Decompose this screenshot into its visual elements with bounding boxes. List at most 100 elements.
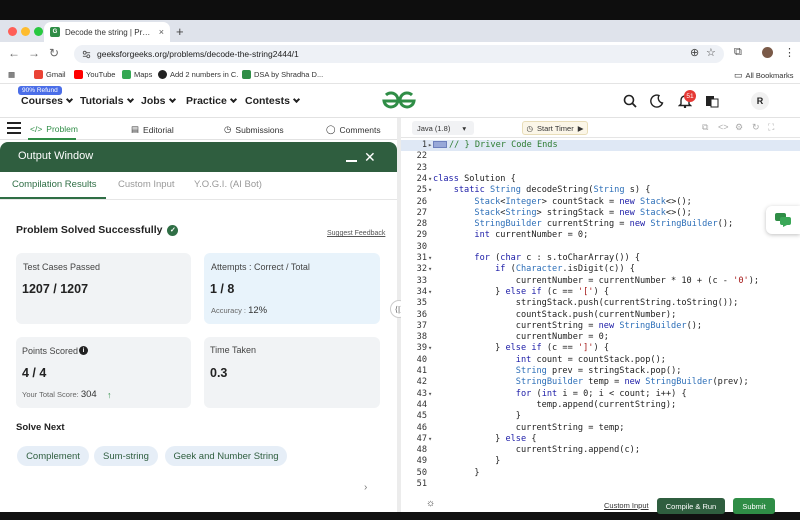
tab-custom-input[interactable]: Custom Input — [118, 179, 175, 190]
window-zoom-dot[interactable] — [34, 27, 43, 36]
bookmark-add-numbers[interactable]: Add 2 numbers in C. — [158, 70, 238, 79]
code-line[interactable]: 27 Stack<String> stringStack = new Stack… — [401, 208, 800, 219]
window-close-dot[interactable] — [8, 27, 17, 36]
compile-run-button[interactable]: Compile & Run — [657, 498, 725, 514]
tab-compilation-results[interactable]: Compilation Results — [12, 179, 96, 190]
tab-submissions[interactable]: ◷ Submissions — [224, 124, 284, 135]
close-icon[interactable]: ✕ — [364, 150, 376, 164]
bookmark-dsa[interactable]: DSA by Shradha D... — [242, 70, 323, 79]
fold-arrow-icon[interactable]: ▾ — [428, 389, 432, 400]
reload-icon[interactable]: ↻ — [49, 46, 59, 60]
solve-next-chip[interactable]: Sum-string — [94, 446, 158, 466]
code-line[interactable]: 25 ▾ static String decodeString(String s)… — [401, 185, 800, 196]
tab-editorial[interactable]: ▤ Editorial — [131, 124, 174, 135]
fold-arrow-icon[interactable]: ▾ — [428, 434, 432, 445]
code-line[interactable]: 43 ▾ for (int i = 0; i < count; i++) { — [401, 389, 800, 400]
fold-arrow-icon[interactable]: ▾ — [428, 343, 432, 354]
code-line[interactable]: 34 ▾ } else if (c == '[') { — [401, 287, 800, 298]
fold-arrow-icon[interactable]: ▾ — [428, 264, 432, 275]
reset-icon[interactable]: ↻ — [752, 122, 760, 133]
code-line[interactable]: 32 ▾ if (Character.isDigit(c)) { — [401, 264, 800, 275]
user-avatar[interactable]: R — [751, 92, 769, 110]
code-line[interactable]: 28 StringBuilder currentString = new Str… — [401, 219, 800, 230]
code-line[interactable]: 29 int currentNumber = 0; — [401, 230, 800, 241]
extensions-icon[interactable]: ⧉ — [734, 46, 742, 59]
code-line[interactable]: 36 countStack.push(currentNumber); — [401, 310, 800, 321]
new-tab-button[interactable]: + — [176, 24, 184, 39]
address-bar[interactable]: geeksforgeeks.org/problems/decode-the-st… — [74, 45, 724, 63]
code-line[interactable]: 22 — [401, 151, 800, 162]
tab-yogi-ai-bot[interactable]: Y.O.G.I. (AI Bot) — [194, 179, 262, 190]
bookmark-star-icon[interactable]: ☆ — [706, 46, 716, 59]
menu-contests[interactable]: Contests — [245, 95, 300, 107]
zoom-icon[interactable]: ⊕ — [690, 46, 699, 59]
translate-icon[interactable] — [705, 94, 719, 108]
code-line[interactable]: 38 currentNumber = 0; — [401, 332, 800, 343]
code-line[interactable]: 30 — [401, 242, 800, 253]
hamburger-menu-icon[interactable] — [7, 122, 21, 134]
code-line[interactable]: 24 ▾ class Solution { — [401, 174, 800, 185]
chevron-right-icon[interactable]: › — [364, 482, 367, 493]
browser-tab-active[interactable]: G Decode the string | Practice | × — [44, 22, 170, 42]
solve-next-chip[interactable]: Complement — [17, 446, 89, 466]
menu-practice[interactable]: Practice — [186, 95, 237, 107]
menu-courses[interactable]: Courses — [21, 95, 74, 107]
code-line[interactable]: 45 } — [401, 411, 800, 422]
code-line[interactable]: 44 temp.append(currentString); — [401, 400, 800, 411]
back-icon[interactable]: ← — [8, 46, 20, 60]
info-icon[interactable]: i — [79, 346, 88, 355]
code-editor[interactable]: 1 ▸// } Driver Code Ends 22 23 24 ▾ class Solu… — [401, 138, 800, 491]
code-line[interactable]: 46 currentString = temp; — [401, 423, 800, 434]
suggest-feedback-link[interactable]: Suggest Feedback — [327, 230, 385, 237]
code-toggle-icon[interactable]: <> — [718, 122, 729, 132]
menu-tutorials[interactable]: Tutorials — [80, 95, 134, 107]
code-line[interactable]: 48 currentString.append(c); — [401, 445, 800, 456]
forward-icon[interactable]: → — [28, 46, 40, 60]
start-timer-button[interactable]: ◷ Start Timer ▶ — [522, 121, 588, 135]
fold-arrow-icon[interactable]: ▸ — [428, 140, 432, 151]
code-line[interactable]: 49 } — [401, 456, 800, 467]
code-line[interactable]: 41 String prev = stringStack.pop(); — [401, 366, 800, 377]
apps-grid-icon[interactable]: ▦ — [8, 70, 15, 79]
code-line[interactable]: 35 stringStack.push(currentString.toStri… — [401, 298, 800, 309]
settings-icon[interactable]: ⚙ — [735, 122, 743, 133]
fold-arrow-icon[interactable]: ▾ — [428, 174, 432, 185]
bookmark-gmail[interactable]: Gmail — [34, 70, 66, 79]
code-line[interactable]: 31 ▾ for (char c : s.toCharArray()) { — [401, 253, 800, 264]
code-line[interactable]: 37 currentString = new StringBuilder(); — [401, 321, 800, 332]
fullscreen-icon[interactable]: ⛶ — [768, 122, 774, 133]
tab-close-icon[interactable]: × — [159, 27, 164, 37]
language-select[interactable]: Java (1.8) ▾ — [412, 121, 474, 135]
window-minimize-dot[interactable] — [21, 27, 30, 36]
solve-next-chip[interactable]: Geek and Number String — [165, 446, 287, 466]
code-line[interactable]: 23 — [401, 163, 800, 174]
fold-arrow-icon[interactable]: ▾ — [428, 287, 432, 298]
gfg-logo-icon[interactable] — [380, 90, 418, 112]
code-line[interactable]: 39 ▾ } else if (c == ']') { — [401, 343, 800, 354]
code-line[interactable]: 40 int count = countStack.pop(); — [401, 355, 800, 366]
submit-button[interactable]: Submit — [733, 498, 775, 514]
copy-icon[interactable]: ⧉ — [702, 122, 708, 133]
folded-code-marker-icon[interactable] — [433, 141, 447, 148]
code-line[interactable]: 33 currentNumber = currentNumber * 10 + … — [401, 276, 800, 287]
code-line[interactable]: 1 ▸ // } Driver Code Ends — [401, 140, 800, 152]
custom-input-link[interactable]: Custom Input — [604, 501, 649, 510]
dark-mode-icon[interactable] — [650, 94, 664, 108]
ai-chat-button[interactable] — [766, 206, 800, 234]
code-line[interactable]: 47 ▾ } else { — [401, 434, 800, 445]
fold-arrow-icon[interactable]: ▾ — [428, 185, 432, 196]
bookmark-maps[interactable]: Maps — [122, 70, 152, 79]
profile-avatar-icon[interactable] — [762, 47, 773, 58]
code-line[interactable]: 51 — [401, 479, 800, 490]
tab-comments[interactable]: ◯ Comments — [326, 124, 381, 135]
all-bookmarks[interactable]: ▭ All Bookmarks — [734, 70, 793, 81]
minimize-icon[interactable] — [346, 160, 357, 162]
browser-menu-icon[interactable]: ⋮ — [784, 46, 795, 59]
code-line[interactable]: 50 } — [401, 468, 800, 479]
tab-problem[interactable]: </> Problem — [30, 124, 78, 134]
menu-jobs[interactable]: Jobs — [141, 95, 176, 107]
code-line[interactable]: 42 StringBuilder temp = new StringBuilde… — [401, 377, 800, 388]
bookmark-youtube[interactable]: YouTube — [74, 70, 115, 79]
site-info-icon[interactable] — [82, 50, 91, 59]
fold-arrow-icon[interactable]: ▾ — [428, 253, 432, 264]
